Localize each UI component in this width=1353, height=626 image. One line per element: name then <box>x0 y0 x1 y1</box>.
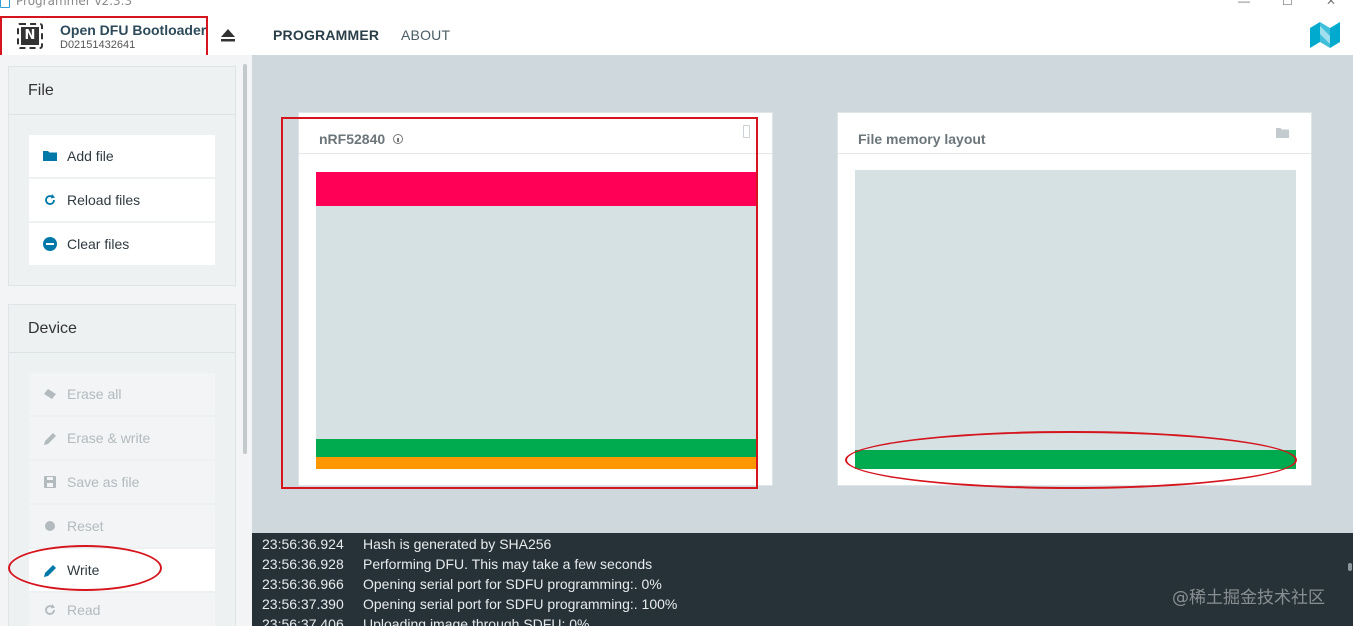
log-timestamp: 23:56:36.928 <box>262 556 344 572</box>
nordic-logo-icon <box>1310 22 1340 48</box>
device-memory-annotation-box <box>281 117 758 489</box>
folder-open-icon <box>43 149 57 163</box>
read-button[interactable]: Read <box>29 593 215 626</box>
pencil-icon <box>43 431 57 445</box>
maximize-button[interactable]: ☐ <box>1282 0 1293 8</box>
log-timestamp: 23:56:36.924 <box>262 536 344 552</box>
device-panel-title: Device <box>9 305 235 353</box>
file-memory-map <box>855 170 1296 469</box>
reset-label: Reset <box>67 518 104 534</box>
refresh-icon <box>43 193 57 207</box>
erase-and-write-label: Erase & write <box>67 430 151 446</box>
reload-files-label: Reload files <box>67 192 141 208</box>
log-message: Performing DFU. This may take a few seco… <box>363 556 653 572</box>
file-memory-annotation-ellipse <box>845 431 1297 489</box>
tab-programmer[interactable]: PROGRAMMER <box>273 27 379 43</box>
erase-all-button[interactable]: Erase all <box>29 373 215 415</box>
reload-files-button[interactable]: Reload files <box>29 179 215 221</box>
file-memory-card: File memory layout <box>837 112 1312 486</box>
log-entry: 23:56:37.406 Uploading image through SDF… <box>262 615 1353 626</box>
erase-and-write-button[interactable]: Erase & write <box>29 417 215 459</box>
add-file-label: Add file <box>67 148 114 164</box>
chip-icon: N <box>17 23 43 49</box>
clear-files-label: Clear files <box>67 236 130 252</box>
save-as-file-button[interactable]: Save as file <box>29 461 215 503</box>
write-annotation-circle <box>8 545 162 591</box>
window-titlebar: Programmer v2.3.3 — ☐ ✕ <box>0 0 1353 10</box>
log-message: Opening serial port for SDFU programming… <box>363 576 662 592</box>
watermark: @稀土掘金技术社区 <box>1172 588 1325 608</box>
main-area: nRF52840 File memory layout <box>252 55 1353 533</box>
log-timestamp: 23:56:36.966 <box>262 576 344 592</box>
eject-icon[interactable] <box>220 27 236 43</box>
add-file-button[interactable]: Add file <box>29 135 215 177</box>
minimize-button[interactable]: — <box>1238 0 1250 8</box>
close-button[interactable]: ✕ <box>1326 0 1336 8</box>
device-name[interactable]: Open DFU Bootloader <box>60 22 206 38</box>
eraser-icon <box>43 387 57 401</box>
reset-button[interactable]: Reset <box>29 505 215 547</box>
folder-icon <box>1276 128 1289 138</box>
tab-about[interactable]: ABOUT <box>401 27 450 43</box>
save-as-file-label: Save as file <box>67 474 140 490</box>
file-panel: File Add file Reload files Clear files <box>8 66 236 286</box>
log-message: Uploading image through SDFU: 0% <box>363 616 590 626</box>
log-timestamp: 23:56:37.390 <box>262 596 344 612</box>
app-icon <box>0 0 10 8</box>
log-message: Hash is generated by SHA256 <box>363 536 552 552</box>
log-message: Opening serial port for SDFU programming… <box>363 596 678 612</box>
window-title: Programmer v2.3.3 <box>16 0 133 8</box>
minus-circle-icon <box>43 237 57 251</box>
file-memory-title: File memory layout <box>838 113 1311 154</box>
save-icon <box>43 475 57 489</box>
log-entry: 23:56:36.924 Hash is generated by SHA256 <box>262 535 1353 555</box>
log-scrollbar[interactable] <box>1348 563 1352 571</box>
sidebar-scrollbar[interactable] <box>243 64 247 454</box>
dot-icon <box>43 519 57 533</box>
log-panel: 23:56:36.924 Hash is generated by SHA256… <box>252 533 1353 626</box>
file-panel-title: File <box>9 67 235 115</box>
refresh-icon <box>43 603 57 617</box>
log-timestamp: 23:56:37.406 <box>262 616 344 626</box>
erase-all-label: Erase all <box>67 386 122 402</box>
device-serial: D02151432641 <box>60 39 136 51</box>
clear-files-button[interactable]: Clear files <box>29 223 215 265</box>
read-label: Read <box>67 602 101 618</box>
log-entry: 23:56:36.928 Performing DFU. This may ta… <box>262 555 1353 575</box>
file-memory-title-text: File memory layout <box>858 131 986 147</box>
